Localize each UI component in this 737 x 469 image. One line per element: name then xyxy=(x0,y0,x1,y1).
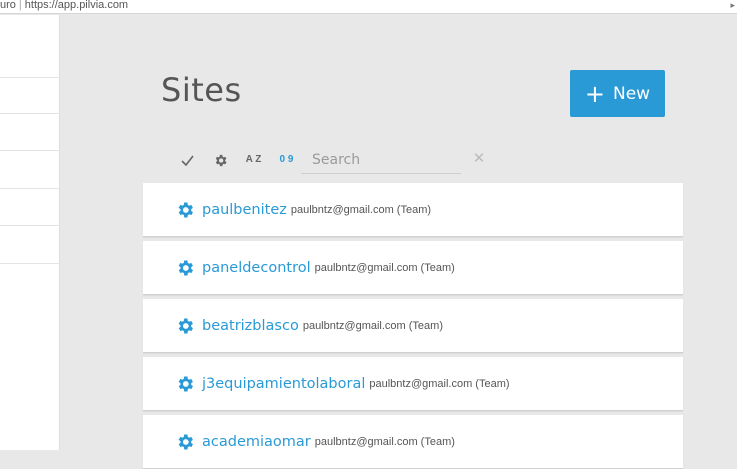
sidebar-divider xyxy=(0,188,60,189)
site-owner: paulbntz@gmail.com (Team) xyxy=(314,435,455,448)
sort-num-label: 0 9 xyxy=(279,154,294,165)
sidebar-divider xyxy=(0,263,60,264)
site-row[interactable]: academiaomar paulbntz@gmail.com (Team) xyxy=(143,415,683,469)
site-gear-icon xyxy=(178,434,193,449)
sidebar-divider xyxy=(0,77,60,78)
site-row[interactable]: beatrizblasco paulbntz@gmail.com (Team) xyxy=(143,299,683,353)
new-button-label: New xyxy=(613,83,651,104)
sidebar-divider xyxy=(0,150,60,151)
sort-alpha-icon[interactable]: A Z xyxy=(237,149,270,171)
sidebar-divider xyxy=(0,113,60,114)
plus-icon: + xyxy=(584,79,605,108)
sidebar xyxy=(0,15,60,450)
page-icon: ▸ xyxy=(730,0,735,10)
search-input[interactable] xyxy=(301,147,461,173)
url-separator: | xyxy=(18,0,22,11)
site-name-link[interactable]: paulbenitez xyxy=(202,202,287,218)
site-owner: paulbntz@gmail.com (Team) xyxy=(290,203,432,216)
sidebar-divider xyxy=(0,225,60,226)
site-gear-icon xyxy=(178,202,193,217)
site-name-link[interactable]: paneldecontrol xyxy=(202,260,311,276)
select-all-checkmark-icon[interactable] xyxy=(171,149,204,171)
sort-az-label: A Z xyxy=(245,154,262,165)
site-row[interactable]: j3equipamientolaboral paulbntz@gmail.com… xyxy=(143,357,683,411)
clear-search-icon[interactable]: ✕ xyxy=(471,150,487,168)
page-title: Sites xyxy=(161,71,242,109)
site-name-link[interactable]: academiaomar xyxy=(202,434,311,450)
site-name-link[interactable]: j3equipamientolaboral xyxy=(202,376,365,392)
site-gear-icon xyxy=(178,260,193,275)
new-site-button[interactable]: + New xyxy=(570,70,665,117)
site-owner: paulbntz@gmail.com (Team) xyxy=(314,261,455,274)
site-row[interactable]: paneldecontrol paulbntz@gmail.com (Team) xyxy=(143,241,683,295)
address-bar[interactable]: uro | https://app.pilvia.com ▸ xyxy=(0,0,737,14)
list-toolbar: A Z 0 9 xyxy=(171,149,303,171)
site-owner: paulbntz@gmail.com (Team) xyxy=(302,319,443,332)
site-name-link[interactable]: beatrizblasco xyxy=(202,318,299,334)
settings-gear-icon[interactable] xyxy=(204,149,237,171)
site-owner: paulbntz@gmail.com (Team) xyxy=(369,377,510,390)
main-content: Sites + New A Z 0 9 ✕ paulbenitez paulbn… xyxy=(61,15,737,469)
site-gear-icon xyxy=(178,376,193,391)
site-row[interactable]: paulbenitez paulbntz@gmail.com (Team) xyxy=(143,183,683,237)
search-field xyxy=(301,147,461,174)
site-gear-icon xyxy=(178,318,193,333)
url-text[interactable]: https://app.pilvia.com xyxy=(25,0,128,11)
url-prefix: uro xyxy=(0,0,16,11)
sort-numeric-icon[interactable]: 0 9 xyxy=(270,149,303,171)
